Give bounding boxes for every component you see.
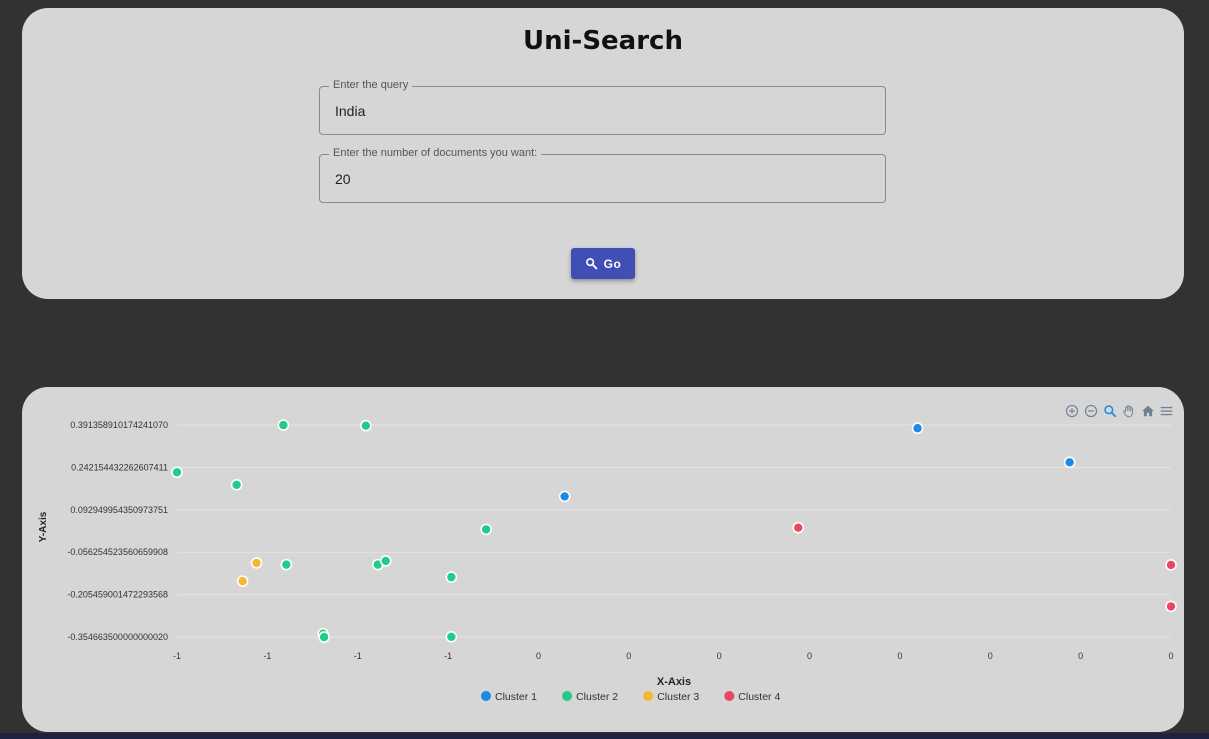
x-tick-label: 0 (717, 651, 722, 661)
x-tick-label: 0 (897, 651, 902, 661)
data-point-cluster-4 (1165, 559, 1177, 571)
chart-panel: 0.391358910174241070 0.242154432262607411… (22, 387, 1184, 732)
data-point-cluster-2 (445, 631, 458, 643)
x-tick-label: -1 (263, 651, 271, 661)
data-point-cluster-2 (480, 523, 492, 536)
data-point-cluster-2 (171, 466, 183, 479)
x-tick-label: 0 (988, 651, 993, 661)
data-point-cluster-3 (236, 575, 249, 587)
legend-marker-cluster-3 (643, 691, 654, 701)
document-count-field[interactable]: Enter the number of documents you want: (319, 147, 886, 203)
data-point-cluster-2 (318, 631, 330, 643)
legend-marker-cluster-1 (481, 691, 491, 701)
x-tick-label: -1 (173, 651, 181, 661)
data-point-cluster-4 (1165, 600, 1177, 613)
bottom-edge (0, 733, 1209, 739)
x-tick-label: 0 (807, 651, 812, 661)
search-panel: Uni-Search Enter the query Enter the num… (22, 8, 1184, 299)
x-axis-title: X-Axis (657, 676, 691, 688)
data-point-cluster-3 (250, 557, 263, 569)
y-tick-label: -0.205459001472293568 (67, 590, 168, 600)
y-tick-label: 0.092949954350973751 (70, 505, 168, 515)
document-count-input[interactable] (333, 155, 867, 202)
data-point-cluster-2 (230, 478, 243, 491)
data-point-cluster-1 (911, 422, 924, 435)
data-point-cluster-4 (792, 521, 805, 534)
y-tick-label: -0.056254523560659908 (67, 547, 168, 557)
go-button-label: Go (603, 256, 622, 271)
x-tick-label: 0 (536, 651, 541, 661)
data-point-cluster-2 (379, 555, 392, 567)
data-point-cluster-1 (558, 490, 571, 503)
y-tick-label: -0.354663500000000020 (67, 632, 168, 642)
go-button[interactable]: Go (571, 248, 635, 279)
y-tick-label: 0.391358910174241070 (70, 420, 168, 430)
legend-label-cluster-4: Cluster 4 (738, 691, 780, 703)
x-tick-label: 0 (626, 651, 631, 661)
data-point-cluster-2 (360, 419, 372, 432)
y-tick-label: 0.242154432262607411 (71, 462, 168, 472)
x-tick-label: -1 (354, 651, 362, 661)
x-tick-label: 0 (1168, 651, 1173, 661)
data-point-cluster-2 (277, 419, 290, 431)
data-point-cluster-2 (445, 571, 458, 583)
legend-label-cluster-3: Cluster 3 (657, 691, 699, 703)
x-tick-label: 0 (1078, 651, 1083, 661)
x-tick-label: -1 (444, 651, 452, 661)
legend-marker-cluster-2 (562, 691, 573, 701)
app-title: Uni-Search (523, 26, 683, 56)
search-icon (585, 258, 597, 270)
data-point-cluster-1 (1063, 456, 1076, 469)
legend-label-cluster-2: Cluster 2 (576, 691, 618, 703)
scatter-chart: 0.391358910174241070 0.242154432262607411… (38, 419, 1177, 703)
legend-marker-cluster-4 (724, 691, 735, 701)
query-input[interactable] (333, 87, 867, 134)
legend-label-cluster-1: Cluster 1 (495, 691, 537, 703)
data-point-cluster-2 (280, 558, 293, 571)
y-axis-title: Y-Axis (38, 511, 49, 542)
query-field[interactable]: Enter the query (319, 79, 886, 135)
